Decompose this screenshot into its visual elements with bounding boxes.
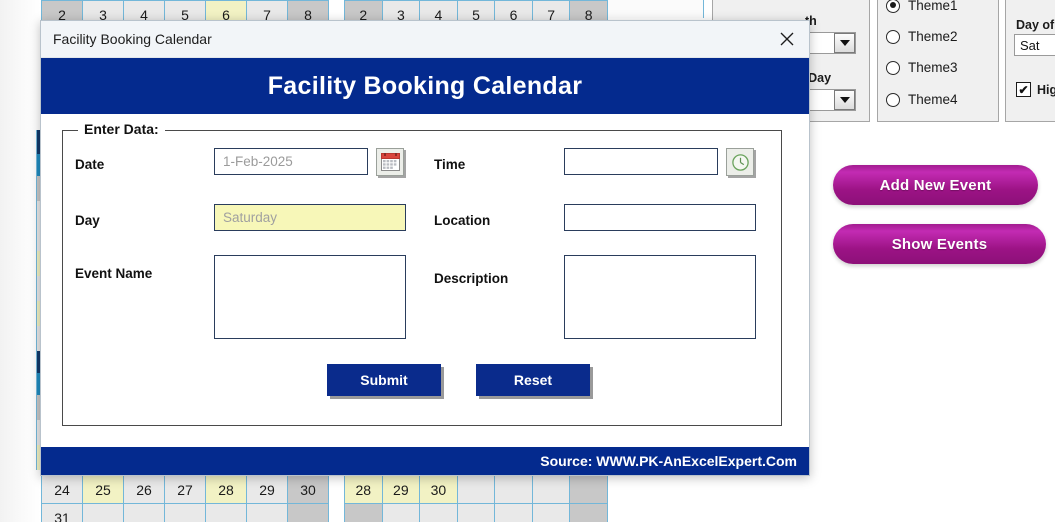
radio-icon[interactable]: [886, 29, 900, 44]
calendar-cell[interactable]: [164, 503, 206, 522]
calendar-cell[interactable]: 28: [344, 475, 383, 504]
radio-theme2-label: Theme2: [908, 29, 958, 44]
date-input[interactable]: 1-Feb-2025: [214, 148, 368, 175]
calendar-cell[interactable]: [569, 503, 608, 522]
radio-theme4-label: Theme4: [908, 92, 958, 107]
sheet-strip: [608, 0, 704, 18]
calendar-cell[interactable]: [456, 503, 496, 522]
calendar-cell[interactable]: [246, 503, 288, 522]
close-icon[interactable]: [765, 21, 809, 57]
highlight-checkbox-label: Hig: [1037, 82, 1055, 97]
location-label: Location: [434, 213, 491, 228]
radio-theme1-label: Theme1: [908, 0, 958, 13]
calendar-cell[interactable]: [456, 475, 496, 504]
add-new-event-button[interactable]: Add New Event: [833, 165, 1038, 205]
facility-booking-dialog: Facility Booking Calendar Facility Booki…: [40, 20, 810, 476]
calendar-cell[interactable]: 28: [205, 475, 247, 504]
description-label: Description: [434, 271, 509, 286]
calendar-cell[interactable]: 30: [287, 475, 329, 504]
calendar-icon[interactable]: [376, 148, 404, 176]
radio-theme1[interactable]: Theme1: [886, 0, 958, 13]
calendar-cell[interactable]: [123, 503, 165, 522]
day-input[interactable]: Saturday: [214, 204, 406, 231]
day-of-label: Day of: [1016, 18, 1055, 32]
calendar-cell[interactable]: [82, 503, 124, 522]
calendar-cell[interactable]: 24: [41, 475, 83, 504]
time-input[interactable]: [564, 148, 718, 175]
screen: 2 3 4 5 6 7 8 2 3 4 5 6 7 8 24 25 26 27 …: [0, 0, 1055, 522]
calendar-left-bottom[interactable]: 24 25 26 27 28 29 30 31: [41, 475, 329, 522]
calendar-cell[interactable]: [531, 475, 571, 504]
radio-theme3[interactable]: Theme3: [886, 60, 958, 75]
submit-button-label: Submit: [360, 372, 408, 388]
location-input[interactable]: [564, 204, 756, 231]
dialog-body: Enter Data: Date 1-Feb-2025 Time Day Sat…: [41, 114, 809, 446]
submit-button[interactable]: Submit: [327, 364, 441, 396]
calendar-cell[interactable]: [287, 503, 329, 522]
add-new-event-label: Add New Event: [879, 176, 992, 194]
calendar-cell[interactable]: [531, 503, 571, 522]
calendar-cell[interactable]: [381, 503, 421, 522]
calendar-cell[interactable]: [494, 503, 533, 522]
dialog-banner: Facility Booking Calendar: [41, 58, 809, 114]
show-events-button[interactable]: Show Events: [833, 224, 1046, 264]
calendar-cell[interactable]: [419, 503, 458, 522]
calendar-right-bottom[interactable]: 28 29 30: [344, 475, 608, 522]
clock-icon[interactable]: [726, 148, 754, 176]
day-of-dropdown-value: Sat: [1020, 37, 1040, 53]
chevron-down-icon[interactable]: [834, 33, 855, 53]
reset-button-label: Reset: [513, 372, 553, 388]
day-label: Day: [75, 213, 100, 228]
dialog-footer: Source: WWW.PK-AnExcelExpert.Com: [41, 447, 809, 475]
calendar-cell[interactable]: 31: [41, 503, 83, 522]
radio-theme2[interactable]: Theme2: [886, 29, 958, 44]
calendar-cell[interactable]: 30: [419, 475, 458, 504]
table-row[interactable]: [344, 503, 608, 522]
day-of-dropdown[interactable]: Sat: [1014, 34, 1055, 56]
radio-theme4[interactable]: Theme4: [886, 92, 958, 107]
date-label: Date: [75, 157, 105, 172]
radio-icon[interactable]: [886, 0, 900, 13]
calendar-cell[interactable]: 25: [82, 475, 124, 504]
calendar-cell[interactable]: [344, 503, 383, 522]
table-row[interactable]: 24 25 26 27 28 29 30: [41, 475, 329, 504]
checkbox-icon[interactable]: ✔: [1016, 82, 1031, 97]
dialog-footer-source: Source: WWW.PK-AnExcelExpert.Com: [540, 453, 797, 469]
dialog-banner-title: Facility Booking Calendar: [267, 71, 583, 100]
time-label: Time: [434, 157, 466, 172]
calendar-cell[interactable]: 26: [123, 475, 165, 504]
highlight-checkbox[interactable]: ✔ Hig: [1016, 82, 1055, 97]
description-textarea[interactable]: [564, 255, 756, 339]
calendar-cell[interactable]: [205, 503, 247, 522]
reset-button[interactable]: Reset: [476, 364, 590, 396]
event-name-textarea[interactable]: [214, 255, 406, 339]
table-row[interactable]: 28 29 30: [344, 475, 608, 504]
enter-data-legend: Enter Data:: [78, 121, 165, 137]
dialog-titlebar[interactable]: Facility Booking Calendar: [41, 21, 809, 58]
enter-data-fieldset: Enter Data: Date 1-Feb-2025 Time Day Sat…: [62, 121, 782, 426]
radio-icon[interactable]: [886, 92, 900, 107]
calendar-cell[interactable]: [569, 475, 608, 504]
calendar-cell[interactable]: [494, 475, 533, 504]
table-row[interactable]: 31: [41, 503, 329, 522]
sheet-left-gutter: [0, 0, 41, 522]
radio-theme3-label: Theme3: [908, 60, 958, 75]
radio-icon[interactable]: [886, 60, 900, 75]
event-name-label: Event Name: [75, 266, 153, 281]
calendar-cell[interactable]: 27: [164, 475, 206, 504]
chevron-down-icon[interactable]: [834, 90, 855, 110]
show-events-label: Show Events: [891, 235, 988, 253]
dialog-title: Facility Booking Calendar: [53, 31, 212, 47]
calendar-cell[interactable]: 29: [381, 475, 421, 504]
calendar-cell[interactable]: 29: [246, 475, 288, 504]
